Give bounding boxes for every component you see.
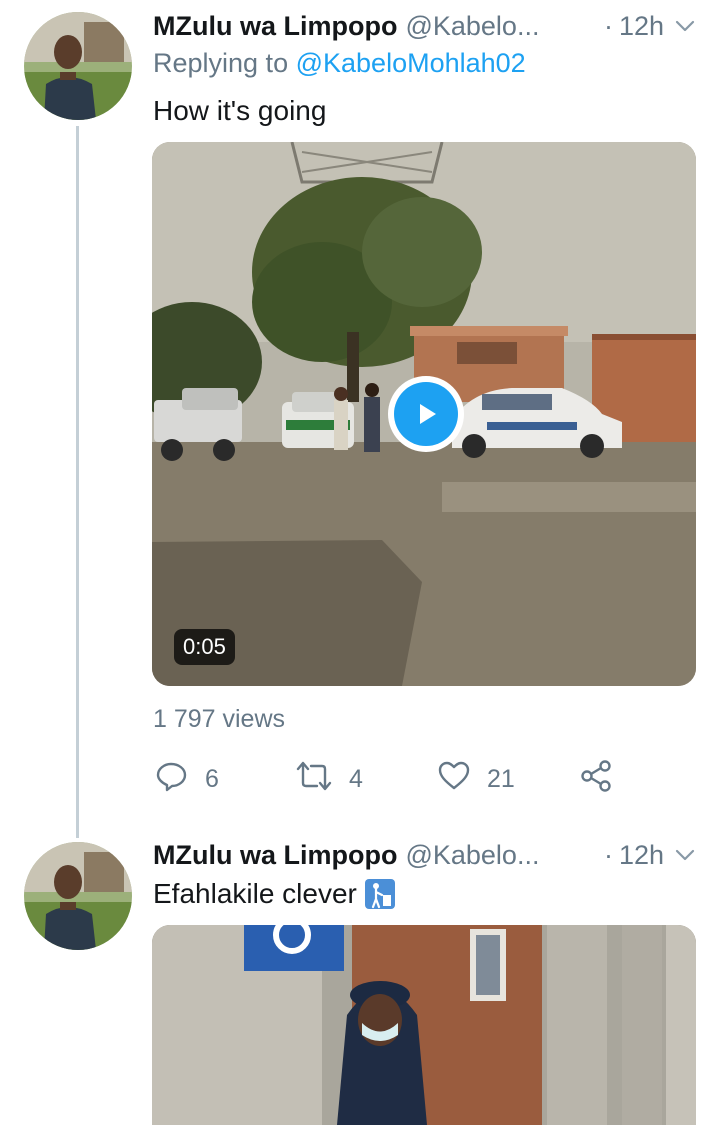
tweet-timestamp[interactable]: 12h [604,11,672,42]
thread-connector-line [76,126,79,838]
retweet-count: 4 [349,764,363,793]
tweet-actions: 6 4 21 [155,758,625,800]
tweet-text-content: Efahlakile clever [153,878,357,909]
user-handle[interactable]: @Kabelo... [405,11,539,42]
video-player[interactable] [152,925,696,1125]
video-player[interactable]: 0:05 [152,142,696,686]
share-button[interactable] [579,758,613,800]
share-icon [579,759,613,800]
play-button[interactable] [388,376,464,452]
avatar[interactable] [24,842,132,950]
avatar[interactable] [24,12,132,120]
tweet-text: Efahlakile clever [153,876,395,912]
tweet-timestamp[interactable]: 12h [604,840,672,871]
play-icon [394,382,458,446]
retweet-icon [295,759,333,800]
reply-button[interactable]: 6 [155,758,219,800]
replying-to-label: Replying to [153,48,289,78]
video-duration-badge: 0:05 [174,629,235,665]
video-thumbnail [152,925,696,1125]
put-litter-in-its-place-icon [364,879,395,909]
like-count: 21 [487,764,515,793]
tweet-text: How it's going [153,95,327,126]
like-button[interactable]: 21 [437,758,515,800]
reply-mention-link[interactable]: @KabeloMohlah02 [296,48,526,78]
user-handle[interactable]: @Kabelo... [405,840,539,871]
reply-count: 6 [205,764,219,793]
display-name[interactable]: MZulu wa Limpopo [153,11,397,42]
view-count: 1 797 views [153,705,286,733]
retweet-button[interactable]: 4 [295,758,363,800]
heart-icon [437,759,471,800]
display-name[interactable]: MZulu wa Limpopo [153,840,397,871]
tweet-header: MZulu wa Limpopo @Kabelo... 12h [153,835,698,875]
reply-icon [155,759,189,800]
replying-to: Replying to @KabeloMohlah02 [153,48,526,79]
chevron-down-icon[interactable] [672,842,698,868]
tweet-header: MZulu wa Limpopo @Kabelo... 12h [153,6,698,46]
chevron-down-icon[interactable] [672,13,698,39]
